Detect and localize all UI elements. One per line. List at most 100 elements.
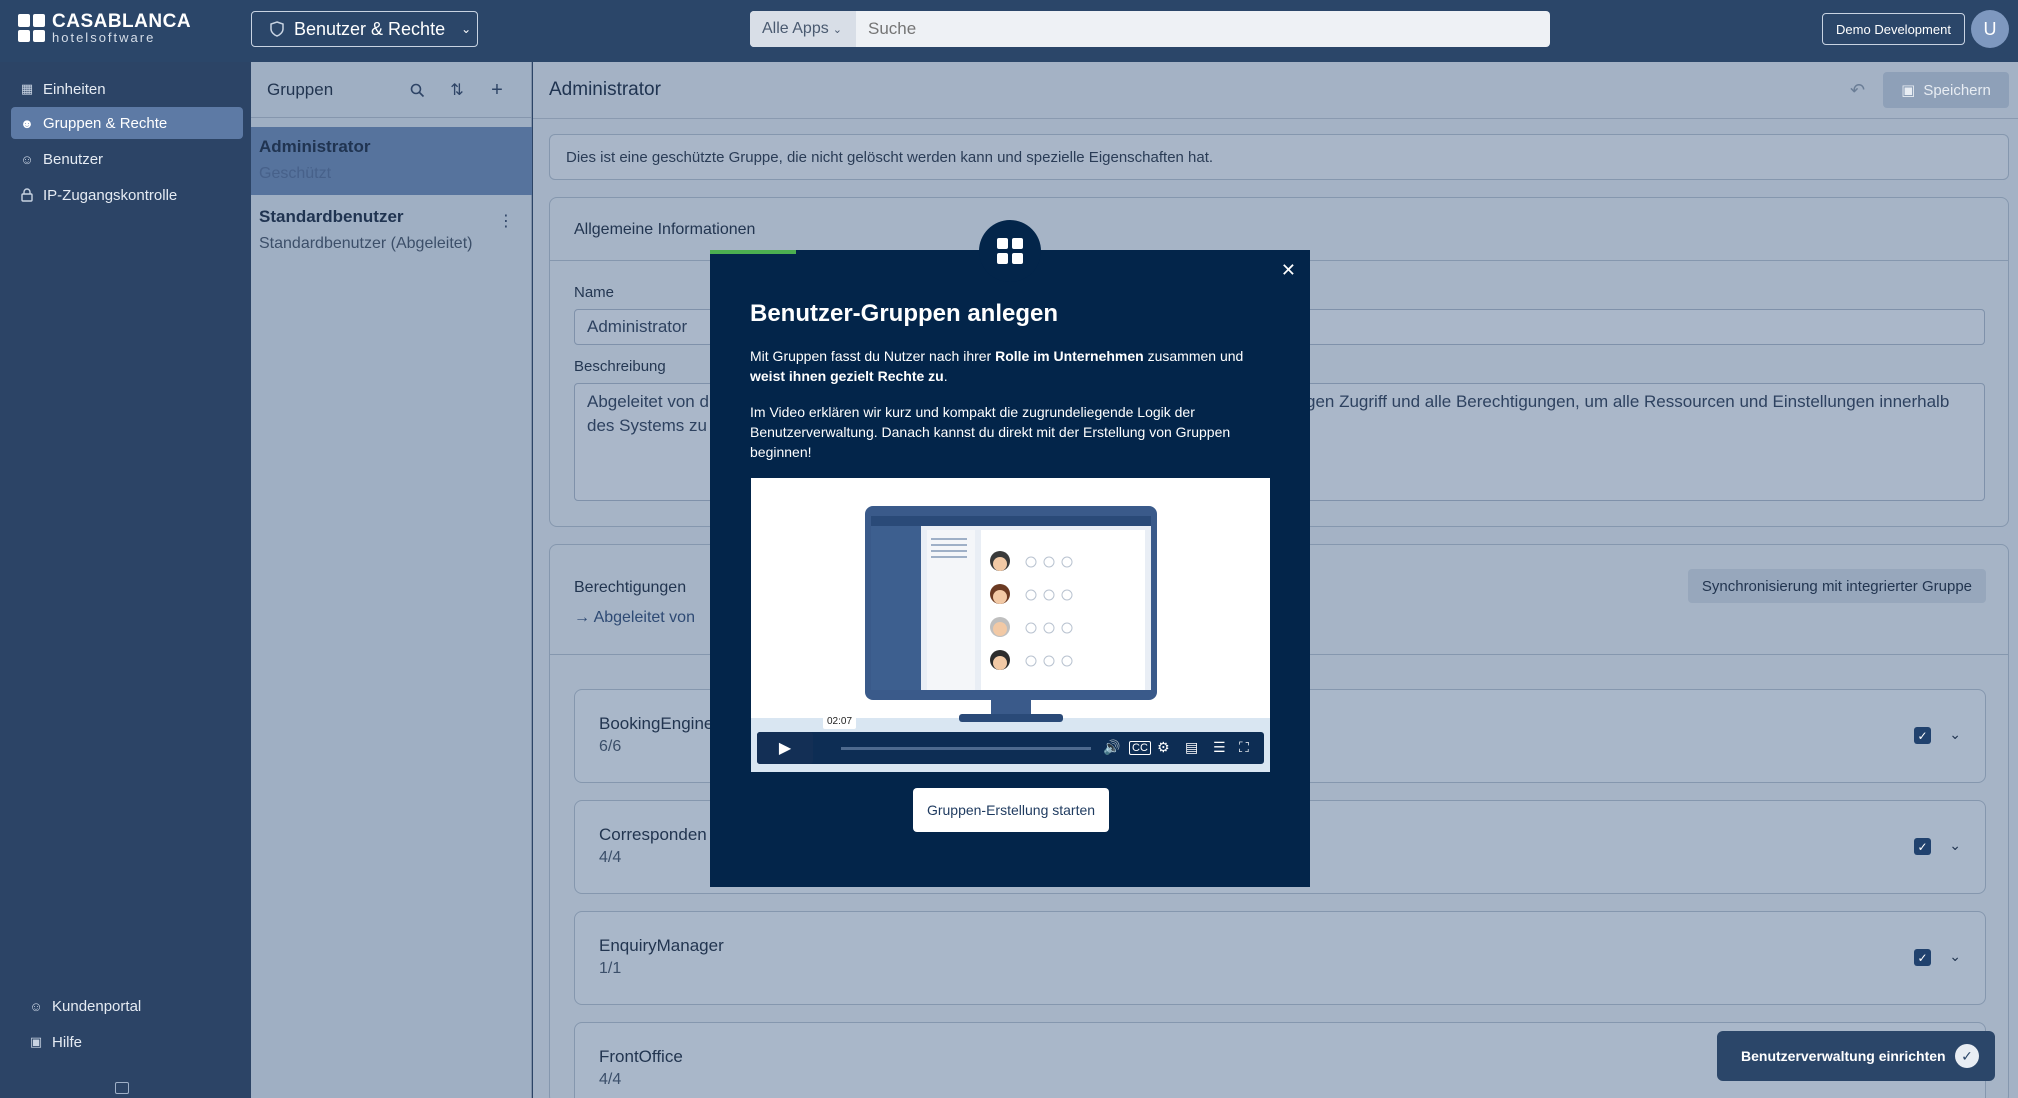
modal-logo [979,220,1041,282]
derived-from-link[interactable]: → Abgeleitet von [574,609,695,627]
checkbox[interactable]: ✓ [1914,949,1931,966]
building-icon: ▦ [20,81,34,96]
setup-toast[interactable]: Benutzerverwaltung einrichten ✓ [1717,1031,1995,1081]
user-icon: ☺ [29,998,43,1014]
text-span: Mit Gruppen fasst du Nutzer nach ihrer [750,348,996,364]
sidebar-item-gruppen-rechte[interactable]: ☻ Gruppen & Rechte [11,107,243,139]
play-button[interactable]: ▶ [757,732,813,764]
text-bold: Rolle im Unternehmen [995,348,1144,364]
sidebar-item-kundenportal[interactable]: ☺ Kundenportal [20,990,252,1022]
save-icon: ▣ [1901,82,1916,99]
sort-icon[interactable]: ⇅ [447,80,467,100]
permission-count: 1/1 [599,960,622,977]
group-subtitle: Geschützt [259,165,332,182]
shield-icon [270,21,284,37]
sidebar-item-label: Hilfe [52,1033,83,1051]
avatar[interactable]: U [1971,10,2009,48]
checkbox[interactable]: ✓ [1914,838,1931,855]
start-group-creation-button[interactable]: Gruppen-Erstellung starten [913,788,1109,832]
modal-paragraph-2: Im Video erklären wir kurz und kompakt d… [750,404,1231,460]
chevron-down-icon: ⌄ [832,23,842,36]
sidebar-item-hilfe[interactable]: ▣ Hilfe [20,1026,252,1058]
fullscreen-icon[interactable]: ⛶ [1239,739,1249,756]
derived-from-label: Abgeleitet von [593,609,695,626]
video-seek-bar[interactable] [841,747,1091,750]
sidebar-item-label: Benutzer [43,150,104,168]
general-info-title: Allgemeine Informationen [574,221,756,238]
chevron-down-icon[interactable]: ⌄ [1949,726,1961,743]
main-header: Administrator ↶ ▣ Speichern [533,62,2018,119]
video-time-tooltip: 02:07 [823,714,857,729]
gear-icon[interactable]: ⚙ [1157,739,1170,756]
chevron-down-icon[interactable]: ⌄ [1949,948,1961,965]
modal-progress-bar [710,250,796,254]
logo-title: CASABLANCA [52,11,192,32]
search-icon[interactable] [407,80,427,100]
modal-paragraph-1: Mit Gruppen fasst du Nutzer nach ihrer R… [750,346,1270,386]
permission-count: 6/6 [599,738,622,755]
book-icon: ▣ [29,1034,43,1049]
permissions-title: Berechtigungen [574,579,687,596]
sidebar-item-label: Kundenportal [52,997,142,1015]
group-item-standardbenutzer[interactable]: Standardbenutzer Standardbenutzer (Abgel… [251,197,532,265]
check-icon: ✓ [1955,1044,1979,1068]
permission-row[interactable]: EnquiryManager 1/1 ✓ ⌄ [574,911,1986,1005]
group-name: Standardbenutzer [259,207,404,226]
text-span: . [943,368,948,384]
sidebar-item-label: Gruppen & Rechte [43,114,168,132]
captions-icon[interactable]: CC [1129,741,1151,755]
users-icon: ☻ [20,115,34,131]
permission-count: 4/4 [599,849,622,866]
description-label: Beschreibung [574,358,666,375]
save-label: Speichern [1923,81,1991,99]
top-bar: CASABLANCA hotelsoftware Benutzer & Rech… [0,0,2018,62]
chevron-down-icon[interactable]: ⌄ [1949,837,1961,854]
sidebar-item-ip-zugangskontrolle[interactable]: IP-Zugangskontrolle [11,179,243,211]
undo-icon[interactable]: ↶ [1850,80,1865,101]
description-line: gen Zugriff und alle Berechtigungen, um … [1306,392,1950,411]
permission-count: 4/4 [599,1071,622,1088]
sidebar: ▦ Einheiten ☻ Gruppen & Rechte ☺ Benutze… [0,62,251,1098]
volume-icon[interactable]: 🔊 [1103,739,1120,756]
collapse-sidebar-icon[interactable] [115,1082,129,1094]
logo[interactable]: CASABLANCA hotelsoftware [18,12,191,44]
group-item-administrator[interactable]: Administrator Geschützt [251,127,532,195]
logo-mark-icon [997,238,1023,264]
environment-button[interactable]: Demo Development [1822,13,1965,45]
modal-title: Benutzer-Gruppen anlegen [750,300,1059,327]
sidebar-item-einheiten[interactable]: ▦ Einheiten [11,73,243,105]
page-title: Administrator [549,79,661,100]
sidebar-item-benutzer[interactable]: ☺ Benutzer [11,143,243,175]
add-icon[interactable]: + [487,79,507,101]
search-input[interactable] [856,19,1456,39]
more-options-icon[interactable]: ⋮ [498,211,514,231]
text-bold: weist ihnen gezielt Rechte zu [750,368,944,384]
sync-button[interactable]: Synchronisierung mit integrierter Gruppe [1687,569,1986,603]
close-icon[interactable]: ✕ [1281,260,1296,281]
chapters-icon[interactable]: ☰ [1213,739,1226,756]
transcript-icon[interactable]: ▤ [1185,739,1198,756]
onboarding-modal: ✕ Benutzer-Gruppen anlegen Mit Gruppen f… [710,220,1310,887]
search-bar: Alle Apps ⌄ [750,11,1550,47]
name-label: Name [574,284,615,301]
video-controls: ▶ 02:07 🔊 CC ⚙ ▤ ☰ ⛶ [757,714,1264,764]
protected-group-notice: Dies ist eine geschützte Gruppe, die nic… [549,134,2009,180]
toast-label: Benutzerverwaltung einrichten [1741,1048,1946,1064]
permission-name: Corresponden [599,825,707,844]
permission-name: EnquiryManager [599,936,724,955]
groups-title: Gruppen [267,79,334,99]
group-subtitle: Standardbenutzer (Abgeleitet) [259,235,473,252]
app-switcher-button[interactable]: Benutzer & Rechte ⌄ [251,11,478,47]
logo-mark-icon [18,14,46,42]
save-button[interactable]: ▣ Speichern [1883,72,2009,108]
user-icon: ☺ [20,151,34,167]
lock-icon [19,187,35,203]
checkbox[interactable]: ✓ [1914,727,1931,744]
video-player[interactable]: ▶ 02:07 🔊 CC ⚙ ▤ ☰ ⛶ [751,478,1270,772]
app-switcher-label: Benutzer & Rechte [294,18,446,39]
search-category-select[interactable]: Alle Apps ⌄ [750,11,856,47]
groups-header: Gruppen ⇅ + [251,62,531,118]
search-category-label: Alle Apps [762,20,829,37]
permission-name: BookingEngine [599,714,714,733]
logo-subtitle: hotelsoftware [52,30,156,45]
